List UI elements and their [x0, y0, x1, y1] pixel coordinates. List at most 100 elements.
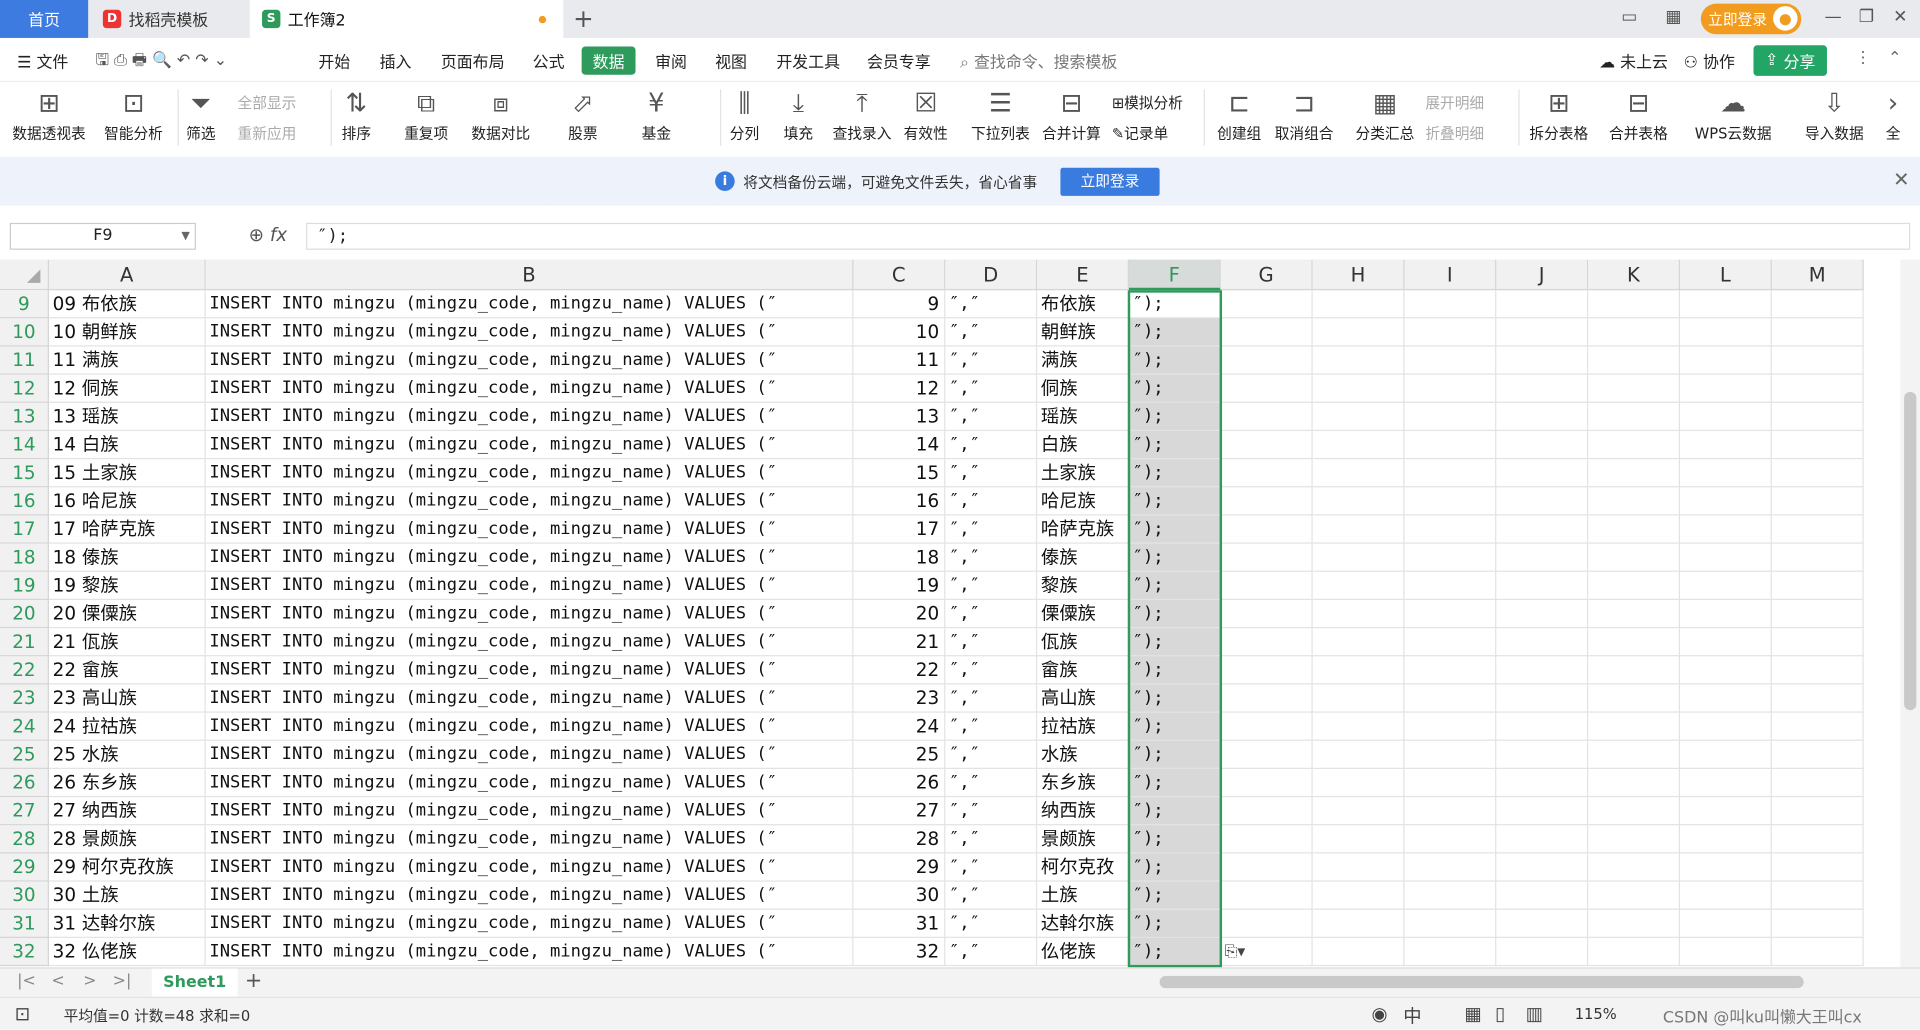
table-cell-d[interactable]: ″,″	[945, 684, 1038, 713]
validation-button[interactable]: ☒ 有效性	[904, 84, 948, 143]
table-cell-l[interactable]	[1680, 600, 1772, 629]
table-cell-d[interactable]: ″,″	[945, 656, 1038, 685]
chevron-down-icon[interactable]: ▼	[181, 224, 189, 248]
table-cell-b[interactable]: INSERT INTO mingzu (mingzu_code, mingzu_…	[205, 909, 854, 938]
table-cell-e[interactable]: 傣族	[1037, 543, 1129, 572]
table-cell-f[interactable]: ″);	[1128, 712, 1221, 741]
table-cell-b[interactable]: INSERT INTO mingzu (mingzu_code, mingzu_…	[205, 853, 854, 882]
normal-view-icon[interactable]: ▦	[1465, 1003, 1482, 1025]
table-cell-j[interactable]	[1496, 487, 1589, 516]
menu-home[interactable]: 开始	[318, 49, 350, 72]
table-cell-j[interactable]	[1496, 459, 1589, 488]
column-header-i[interactable]: I	[1404, 259, 1497, 291]
table-cell-d[interactable]: ″,″	[945, 571, 1038, 601]
column-header-f[interactable]: F	[1128, 259, 1221, 291]
table-cell-i[interactable]	[1404, 571, 1497, 601]
table-cell-j[interactable]	[1496, 684, 1589, 713]
column-header-m[interactable]: M	[1771, 259, 1864, 291]
table-cell-d[interactable]: ″,″	[945, 374, 1038, 403]
minimize-icon[interactable]: —	[1825, 7, 1842, 27]
table-cell-j[interactable]	[1496, 797, 1589, 826]
table-cell-d[interactable]: ″,″	[945, 853, 1038, 882]
table-cell-j[interactable]	[1496, 600, 1589, 629]
smart-analysis-button[interactable]: ⊡ 智能分析	[104, 84, 163, 143]
table-cell-c[interactable]: 22	[853, 656, 946, 685]
table-cell-l[interactable]	[1680, 318, 1772, 347]
column-header-a[interactable]: A	[48, 259, 206, 291]
table-cell-b[interactable]: INSERT INTO mingzu (mingzu_code, mingzu_…	[205, 290, 854, 319]
row-header[interactable]: 20	[0, 600, 49, 629]
table-cell-k[interactable]	[1588, 431, 1681, 460]
table-cell-f[interactable]: ″);	[1128, 768, 1221, 798]
table-cell-b[interactable]: INSERT INTO mingzu (mingzu_code, mingzu_…	[205, 768, 854, 798]
table-cell-m[interactable]	[1771, 459, 1864, 488]
table-cell-b[interactable]: INSERT INTO mingzu (mingzu_code, mingzu_…	[205, 684, 854, 713]
duplicates-button[interactable]: ⧉ 重复项	[404, 84, 448, 143]
data-compare-button[interactable]: ⧈ 数据对比	[471, 84, 530, 143]
table-cell-g[interactable]	[1220, 459, 1313, 488]
table-cell-e[interactable]: 拉祜族	[1037, 712, 1129, 741]
table-cell-g[interactable]	[1220, 853, 1313, 882]
table-cell-k[interactable]	[1588, 684, 1681, 713]
table-cell-d[interactable]: ″,″	[945, 487, 1038, 516]
table-cell-j[interactable]	[1496, 937, 1589, 967]
table-cell-l[interactable]	[1680, 740, 1772, 769]
what-if-analysis-button[interactable]: ⊞模拟分析	[1112, 92, 1183, 113]
cloud-status[interactable]: ☁ 未上云	[1599, 49, 1668, 72]
table-cell-l[interactable]	[1680, 937, 1772, 967]
table-cell-g[interactable]	[1220, 768, 1313, 798]
table-cell-h[interactable]	[1312, 937, 1405, 967]
table-cell-c[interactable]: 27	[853, 797, 946, 826]
table-cell-d[interactable]: ″,″	[945, 459, 1038, 488]
table-cell-h[interactable]	[1312, 740, 1405, 769]
row-header[interactable]: 28	[0, 825, 49, 854]
file-menu[interactable]: ☰ 文件	[17, 49, 68, 72]
table-cell-h[interactable]	[1312, 459, 1405, 488]
table-cell-m[interactable]	[1771, 402, 1864, 432]
table-cell-c[interactable]: 13	[853, 402, 946, 432]
formula-input[interactable]: ″);	[306, 222, 1911, 250]
table-cell-b[interactable]: INSERT INTO mingzu (mingzu_code, mingzu_…	[205, 712, 854, 741]
table-cell-m[interactable]	[1771, 374, 1864, 403]
name-box[interactable]: F9 ▼	[9, 222, 196, 250]
table-cell-h[interactable]	[1312, 825, 1405, 854]
table-cell-a[interactable]: 16 哈尼族	[48, 487, 206, 516]
table-cell-d[interactable]: ″,″	[945, 543, 1038, 572]
table-cell-g[interactable]	[1220, 628, 1313, 657]
table-cell-a[interactable]: 29 柯尔克孜族	[48, 853, 206, 882]
table-cell-f[interactable]: ″);	[1128, 825, 1221, 854]
split-table-button[interactable]: ⊞ 拆分表格	[1529, 84, 1588, 143]
collapse-detail-button[interactable]: 折叠明细	[1425, 122, 1484, 143]
tab-workbook[interactable]: S 工作簿2	[249, 0, 564, 38]
table-cell-d[interactable]: ″,″	[945, 740, 1038, 769]
table-cell-d[interactable]: ″,″	[945, 937, 1038, 967]
table-cell-k[interactable]	[1588, 402, 1681, 432]
scroll-thumb[interactable]	[1904, 391, 1917, 711]
table-cell-i[interactable]	[1404, 881, 1497, 910]
cell-mode-icon[interactable]: ⊡	[15, 1003, 30, 1025]
add-sheet-icon[interactable]: +	[245, 969, 262, 993]
table-cell-j[interactable]	[1496, 571, 1589, 601]
table-cell-j[interactable]	[1496, 543, 1589, 572]
table-cell-h[interactable]	[1312, 543, 1405, 572]
table-cell-b[interactable]: INSERT INTO mingzu (mingzu_code, mingzu_…	[205, 431, 854, 460]
table-cell-m[interactable]	[1771, 797, 1864, 826]
table-cell-m[interactable]	[1771, 656, 1864, 685]
table-cell-e[interactable]: 傈僳族	[1037, 600, 1129, 629]
table-cell-f[interactable]: ″);	[1128, 515, 1221, 544]
table-cell-i[interactable]	[1404, 543, 1497, 572]
table-cell-e[interactable]: 纳西族	[1037, 797, 1129, 826]
ungroup-button[interactable]: ⊐ 取消组合	[1275, 84, 1334, 143]
table-cell-c[interactable]: 18	[853, 543, 946, 572]
table-cell-e[interactable]: 布依族	[1037, 290, 1129, 319]
expand-detail-button[interactable]: 展开明细	[1425, 92, 1484, 113]
table-cell-b[interactable]: INSERT INTO mingzu (mingzu_code, mingzu_…	[205, 487, 854, 516]
table-cell-g[interactable]	[1220, 487, 1313, 516]
table-cell-m[interactable]	[1771, 571, 1864, 601]
column-header-b[interactable]: B	[205, 259, 854, 291]
table-cell-l[interactable]	[1680, 825, 1772, 854]
table-cell-e[interactable]: 白族	[1037, 431, 1129, 460]
table-cell-c[interactable]: 32	[853, 937, 946, 967]
table-cell-h[interactable]	[1312, 487, 1405, 516]
table-cell-e[interactable]: 达斡尔族	[1037, 909, 1129, 938]
